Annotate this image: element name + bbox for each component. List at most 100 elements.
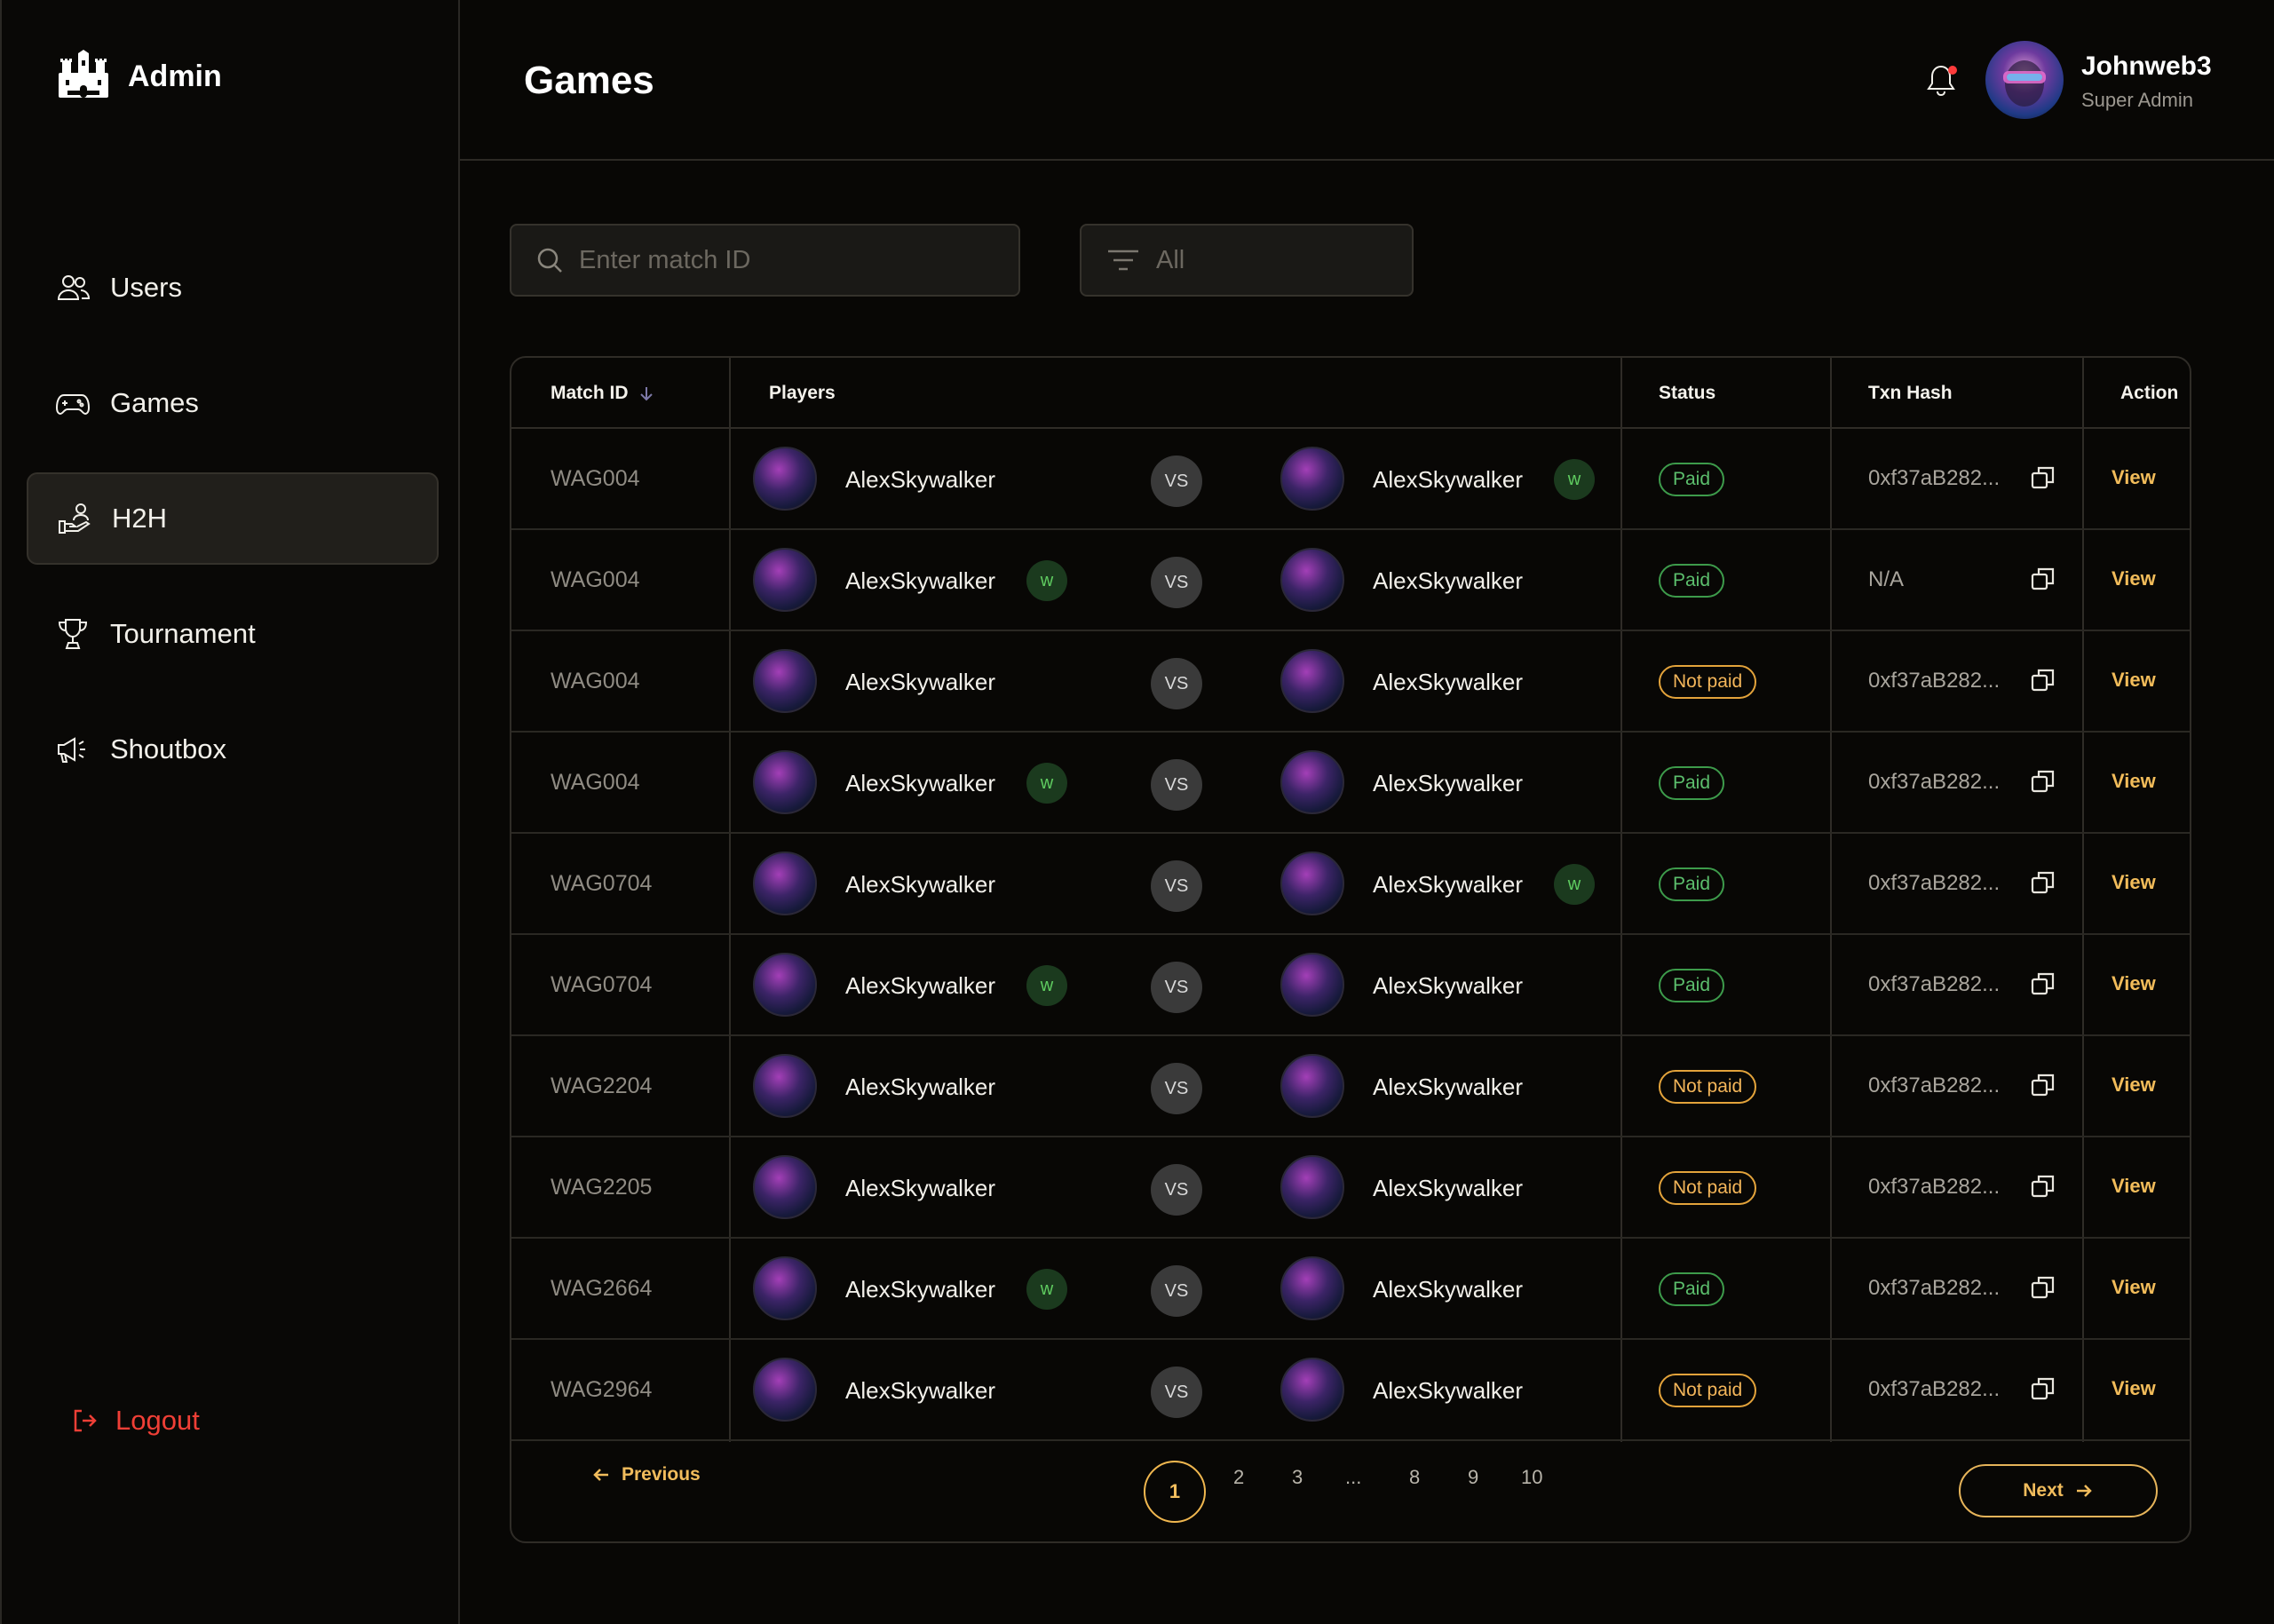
next-page-button[interactable]: Next [1959, 1464, 2158, 1517]
previous-label: Previous [622, 1464, 701, 1485]
player-2-avatar [1280, 953, 1344, 1017]
sidebar-item-tournament[interactable]: Tournament [27, 588, 439, 680]
search-field[interactable] [510, 224, 1020, 297]
column-header-txn-hash: Txn Hash [1868, 383, 1953, 403]
player-2-name[interactable]: AlexSkywalker [1373, 567, 1523, 595]
view-button[interactable]: View [2112, 1175, 2156, 1198]
view-button[interactable]: View [2112, 669, 2156, 692]
player-1-name[interactable]: AlexSkywalker [845, 972, 995, 1000]
txn-hash: 0xf37aB282... [1868, 466, 2001, 490]
megaphone-icon [58, 737, 85, 763]
vs-badge: VS [1151, 759, 1202, 811]
copy-icon[interactable] [2030, 1375, 2056, 1402]
player-1-name[interactable]: AlexSkywalker [845, 770, 995, 797]
txn-hash: 0xf37aB282... [1868, 1377, 2001, 1401]
vs-badge: VS [1151, 1164, 1202, 1216]
player-1-name[interactable]: AlexSkywalker [845, 466, 995, 494]
player-2-avatar [1280, 447, 1344, 511]
copy-icon[interactable] [2030, 1274, 2056, 1301]
brand[interactable]: Admin [55, 50, 222, 103]
txn-hash: 0xf37aB282... [1868, 1073, 2001, 1097]
winner-badge: w [1554, 459, 1595, 500]
page-link[interactable]: 10 [1521, 1466, 1542, 1489]
player-1-name[interactable]: AlexSkywalker [845, 1073, 995, 1101]
copy-icon[interactable] [2030, 1173, 2056, 1200]
gamepad-icon [55, 394, 91, 416]
sort-down-icon [639, 387, 653, 401]
sidebar-item-h2h[interactable]: H2H [27, 472, 439, 565]
vs-badge: VS [1151, 860, 1202, 912]
txn-hash: 0xf37aB282... [1868, 770, 2001, 794]
status-badge: Not paid [1659, 665, 1757, 699]
table-row: WAG004 AlexSkywalker VS AlexSkywalker Not pa… [511, 631, 2190, 733]
copy-icon[interactable] [2030, 464, 2056, 491]
avatar[interactable] [1985, 41, 2064, 119]
copy-icon[interactable] [2030, 566, 2056, 592]
column-header-match-id[interactable]: Match ID [551, 383, 655, 404]
player-1-name[interactable]: AlexSkywalker [845, 669, 995, 696]
player-1-name[interactable]: AlexSkywalker [845, 1276, 995, 1303]
page-current[interactable]: 1 [1144, 1461, 1206, 1523]
player-2-name[interactable]: AlexSkywalker [1373, 1175, 1523, 1202]
player-2-name[interactable]: AlexSkywalker [1373, 1377, 1523, 1405]
sidebar-item-shoutbox[interactable]: Shoutbox [27, 703, 439, 796]
player-1-avatar [753, 447, 817, 511]
view-button[interactable]: View [2112, 1276, 2156, 1299]
castle-logo-icon [59, 50, 108, 98]
player-1-name[interactable]: AlexSkywalker [845, 871, 995, 899]
winner-badge: w [1026, 965, 1067, 1006]
table-row: WAG004 AlexSkywalker VS AlexSkywalker w Paid 0… [511, 429, 2190, 530]
player-2-name[interactable]: AlexSkywalker [1373, 770, 1523, 797]
view-button[interactable]: View [2112, 567, 2156, 590]
hand-user-icon [59, 503, 91, 534]
page-link[interactable]: 2 [1233, 1466, 1244, 1489]
player-2-name[interactable]: AlexSkywalker [1373, 871, 1523, 899]
sidebar-item-label: Tournament [110, 618, 256, 649]
sidebar: Admin Users Games H2H Tournament Shoutbo… [0, 0, 460, 1624]
view-button[interactable]: View [2112, 1073, 2156, 1097]
match-id: WAG2964 [551, 1377, 653, 1402]
sidebar-item-users[interactable]: Users [27, 242, 439, 334]
copy-icon[interactable] [2030, 768, 2056, 795]
status-filter-dropdown[interactable]: All [1080, 224, 1414, 297]
copy-icon[interactable] [2030, 667, 2056, 693]
table-row: WAG004 AlexSkywalker w VS AlexSkywalker Paid N… [511, 530, 2190, 631]
player-1-name[interactable]: AlexSkywalker [845, 1377, 995, 1405]
view-button[interactable]: View [2112, 972, 2156, 995]
page-link[interactable]: 8 [1409, 1466, 1420, 1489]
sidebar-item-games[interactable]: Games [27, 357, 439, 449]
player-1-name[interactable]: AlexSkywalker [845, 567, 995, 595]
player-2-name[interactable]: AlexSkywalker [1373, 466, 1523, 494]
table-row: WAG0704 AlexSkywalker w VS AlexSkywalker Paid… [511, 935, 2190, 1036]
player-2-name[interactable]: AlexSkywalker [1373, 1276, 1523, 1303]
player-1-name[interactable]: AlexSkywalker [845, 1175, 995, 1202]
player-2-name[interactable]: AlexSkywalker [1373, 972, 1523, 1000]
player-2-name[interactable]: AlexSkywalker [1373, 1073, 1523, 1101]
match-id: WAG2664 [551, 1276, 653, 1301]
copy-icon[interactable] [2030, 869, 2056, 896]
view-button[interactable]: View [2112, 466, 2156, 489]
previous-page-button[interactable]: Previous [591, 1464, 701, 1485]
copy-icon[interactable] [2030, 1072, 2056, 1098]
player-2-name[interactable]: AlexSkywalker [1373, 669, 1523, 696]
player-2-avatar [1280, 750, 1344, 814]
player-1-avatar [753, 852, 817, 915]
vs-badge: VS [1151, 1063, 1202, 1114]
page-link[interactable]: 3 [1292, 1466, 1303, 1489]
profile-avatar-image [2003, 60, 2046, 107]
view-button[interactable]: View [2112, 871, 2156, 894]
table-row: WAG2204 AlexSkywalker VS AlexSkywalker Not p… [511, 1036, 2190, 1137]
view-button[interactable]: View [2112, 770, 2156, 793]
player-2-avatar [1280, 1358, 1344, 1422]
player-2-avatar [1280, 1054, 1344, 1118]
player-1-avatar [753, 1358, 817, 1422]
txn-hash: 0xf37aB282... [1868, 669, 2001, 693]
player-1-avatar [753, 548, 817, 612]
view-button[interactable]: View [2112, 1377, 2156, 1400]
search-input[interactable] [579, 245, 970, 275]
page-link[interactable]: 9 [1468, 1466, 1478, 1489]
copy-icon[interactable] [2030, 970, 2056, 997]
sidebar-item-label: H2H [112, 503, 168, 534]
logout-button[interactable]: Logout [71, 1405, 200, 1437]
player-2-avatar [1280, 649, 1344, 713]
